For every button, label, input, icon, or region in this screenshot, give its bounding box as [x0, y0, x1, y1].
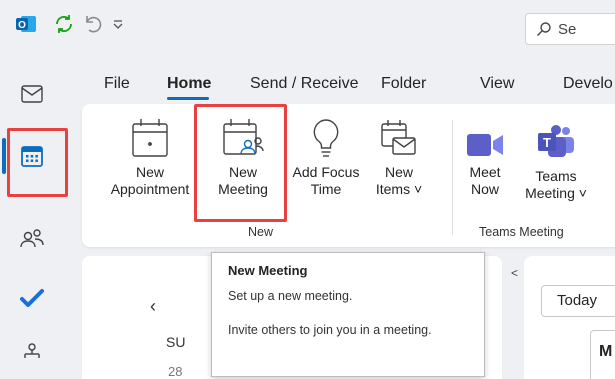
tooltip-title: New Meeting — [228, 263, 308, 278]
calendar-active-indicator — [2, 138, 6, 174]
new-meeting-label: New Meeting — [218, 164, 268, 197]
new-items-button[interactable]: New Items ˅ — [366, 110, 432, 198]
org-chart-icon[interactable] — [14, 335, 50, 371]
new-items-label: New Items ˅ — [375, 164, 423, 197]
tab-view[interactable]: View — [480, 75, 514, 93]
svg-text:O: O — [18, 20, 26, 31]
calendar-meeting-icon — [220, 110, 266, 160]
teams-meeting-group-label: Teams Meeting — [479, 225, 564, 239]
tab-send-receive[interactable]: Send / Receive — [250, 75, 359, 93]
add-focus-time-label: Add Focus Time — [292, 164, 360, 197]
video-camera-icon — [465, 110, 505, 160]
teams-meeting-label: Teams Meeting ˅ — [525, 168, 587, 201]
teams-meeting-button[interactable]: T Teams Meeting ˅ — [515, 110, 597, 202]
month-view-header: M — [590, 330, 615, 379]
lightbulb-icon — [309, 110, 343, 160]
tab-home-underline — [167, 97, 209, 100]
tooltip-detail: Invite others to join you in a meeting. — [228, 323, 432, 337]
meet-now-label: Meet Now — [469, 164, 501, 197]
tooltip-description: Set up a new meeting. — [228, 289, 353, 303]
new-items-icon — [379, 110, 419, 160]
undo-icon[interactable] — [80, 12, 104, 36]
collapse-pane-chevron-icon[interactable]: < — [511, 266, 518, 280]
date-cell[interactable]: 28 — [168, 364, 182, 379]
svg-text:T: T — [543, 135, 551, 150]
day-header-sunday: SU — [166, 334, 186, 350]
new-group-label: New — [248, 225, 274, 239]
calendar-icon[interactable] — [14, 138, 50, 174]
outlook-logo-icon: O — [14, 12, 38, 36]
title-bar: O Se — [0, 0, 615, 52]
previous-month-chevron-icon[interactable]: ‹ — [150, 296, 156, 317]
today-button[interactable]: Today — [541, 285, 615, 317]
new-appointment-button[interactable]: New Appointment — [100, 110, 200, 198]
people-icon[interactable] — [14, 220, 50, 256]
search-box[interactable]: Se — [525, 13, 615, 45]
tab-file[interactable]: File — [104, 75, 130, 93]
todo-check-icon[interactable] — [14, 280, 50, 316]
search-placeholder: Se — [558, 20, 577, 38]
tab-folder[interactable]: Folder — [381, 75, 426, 93]
sync-icon[interactable] — [52, 12, 76, 36]
customize-toolbar-icon[interactable] — [106, 12, 130, 36]
add-focus-time-button[interactable]: Add Focus Time — [283, 110, 369, 198]
meet-now-button[interactable]: Meet Now — [458, 110, 512, 198]
mail-icon[interactable] — [14, 76, 50, 112]
ribbon-group-separator — [452, 120, 453, 235]
calendar-appointment-icon — [129, 110, 171, 160]
search-icon — [537, 22, 551, 36]
tab-developer[interactable]: Develo — [563, 75, 613, 93]
new-meeting-tooltip: New Meeting Set up a new meeting. Invite… — [211, 252, 485, 377]
new-meeting-button[interactable]: New Meeting — [200, 110, 286, 198]
teams-logo-icon: T — [536, 110, 576, 160]
new-appointment-label: New Appointment — [110, 164, 190, 197]
tab-home[interactable]: Home — [167, 75, 211, 93]
